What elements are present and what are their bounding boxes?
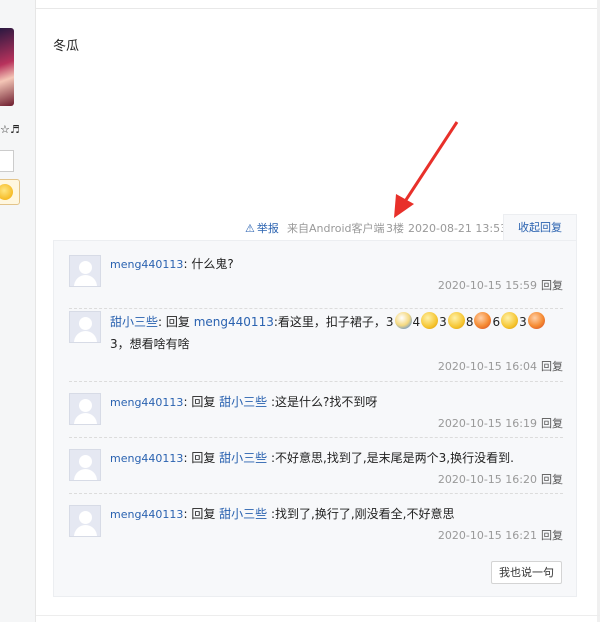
reply-text: :这是什么?找不到呀 — [271, 395, 378, 409]
reply-meta: 2020-10-15 15:59 回复 — [438, 277, 563, 293]
reply-time: 2020-10-15 16:19 — [437, 417, 537, 430]
level-badge-icon — [0, 179, 20, 205]
reply-item: meng440113: 回复 甜小三些 :不好意思,找到了,是末尾是两个3,换行… — [69, 438, 563, 494]
author-sidebar: ☆♬ — [0, 0, 36, 622]
reply-target-user[interactable]: meng440113 — [194, 315, 274, 329]
user-avatar-icon[interactable] — [69, 449, 101, 481]
report-link[interactable]: ⚠ 举报 — [245, 221, 279, 237]
reply-button[interactable]: 回复 — [541, 360, 563, 373]
reply-item: meng440113: 回复 甜小三些 :这是什么?找不到呀 2020-10-1… — [69, 382, 563, 438]
add-comment-button[interactable]: 我也说一句 — [491, 561, 562, 584]
reply-meta: 2020-10-15 16:04 回复 — [438, 358, 563, 374]
reply-button[interactable]: 回复 — [541, 279, 563, 292]
reply-username[interactable]: meng440113 — [110, 258, 183, 271]
emoji-icon — [394, 312, 412, 329]
reply-username[interactable]: 甜小三些 — [110, 315, 158, 329]
reply-content: meng440113: 什么鬼? — [110, 257, 234, 271]
reply-content: 甜小三些: 回复 meng440113:看这里，扣子裙子，3 4 3 8 6 3 3，想看… — [110, 311, 555, 355]
warning-icon: ⚠ — [245, 222, 255, 235]
emoji-icon — [474, 312, 492, 329]
user-avatar-icon[interactable] — [69, 311, 101, 343]
floor-number: 3楼 — [386, 222, 404, 235]
reply-target-user[interactable]: 甜小三些 — [219, 395, 267, 409]
author-info-box — [0, 150, 14, 172]
post-source: 来自Android客户端 — [287, 222, 385, 235]
post-content: 冬瓜 — [53, 39, 80, 54]
report-label: 举报 — [256, 222, 279, 235]
reply-meta: 2020-10-15 16:20 回复 — [438, 471, 563, 487]
divider — [36, 8, 600, 9]
emoji-icon — [501, 312, 519, 329]
reply-button[interactable]: 回复 — [541, 417, 563, 430]
user-avatar-icon[interactable] — [69, 393, 101, 425]
user-avatar-icon[interactable] — [69, 505, 101, 537]
reply-time: 2020-10-15 16:20 — [437, 473, 537, 486]
reply-username[interactable]: meng440113 — [110, 508, 183, 521]
reply-content: meng440113: 回复 甜小三些 :找到了,换行了,刚没看全,不好意思 — [110, 507, 455, 521]
post-date: 2020-08-21 13:53 — [408, 222, 508, 235]
emoji-icon — [527, 312, 545, 329]
reply-text-cont: 3，想看啥有啥 — [110, 337, 190, 351]
reply-item: meng440113: 什么鬼? 2020-10-15 15:59 回复 — [69, 253, 563, 309]
emoji-icon — [421, 312, 439, 329]
reply-button[interactable]: 回复 — [541, 529, 563, 542]
reply-username[interactable]: meng440113 — [110, 396, 183, 409]
reply-panel: meng440113: 什么鬼? 2020-10-15 15:59 回复 甜小三些… — [53, 240, 577, 597]
reply-target-user[interactable]: 甜小三些 — [219, 451, 267, 465]
reply-text: :找到了,换行了,刚没看全,不好意思 — [271, 507, 455, 521]
emoji-icon — [447, 312, 465, 329]
reply-text: :不好意思,找到了,是末尾是两个3,换行没看到. — [271, 451, 514, 465]
reply-target-user[interactable]: 甜小三些 — [219, 507, 267, 521]
divider — [36, 615, 600, 616]
reply-content: meng440113: 回复 甜小三些 :不好意思,找到了,是末尾是两个3,换行… — [110, 451, 514, 465]
collapse-replies-button[interactable]: 收起回复 — [503, 214, 577, 241]
red-arrow-annotation — [394, 121, 459, 218]
reply-button[interactable]: 回复 — [541, 473, 563, 486]
reply-item: meng440113: 回复 甜小三些 :找到了,换行了,刚没看全,不好意思 2… — [69, 494, 563, 550]
author-signature: ☆♬ — [0, 123, 20, 136]
reply-username[interactable]: meng440113 — [110, 452, 183, 465]
reply-content: meng440113: 回复 甜小三些 :这是什么?找不到呀 — [110, 395, 378, 409]
user-avatar-icon[interactable] — [69, 255, 101, 287]
reply-time: 2020-10-15 15:59 — [437, 279, 537, 292]
reply-text: 什么鬼? — [191, 257, 234, 271]
reply-meta: 2020-10-15 16:19 回复 — [438, 415, 563, 431]
reply-time: 2020-10-15 16:04 — [437, 360, 537, 373]
reply-meta: 2020-10-15 16:21 回复 — [438, 527, 563, 543]
reply-item: 甜小三些: 回复 meng440113:看这里，扣子裙子，3 4 3 8 6 3 3，想看… — [69, 309, 563, 382]
author-avatar[interactable] — [0, 28, 14, 106]
reply-text: :看这里，扣子裙子，3 — [273, 315, 394, 329]
reply-time: 2020-10-15 16:21 — [437, 529, 537, 542]
